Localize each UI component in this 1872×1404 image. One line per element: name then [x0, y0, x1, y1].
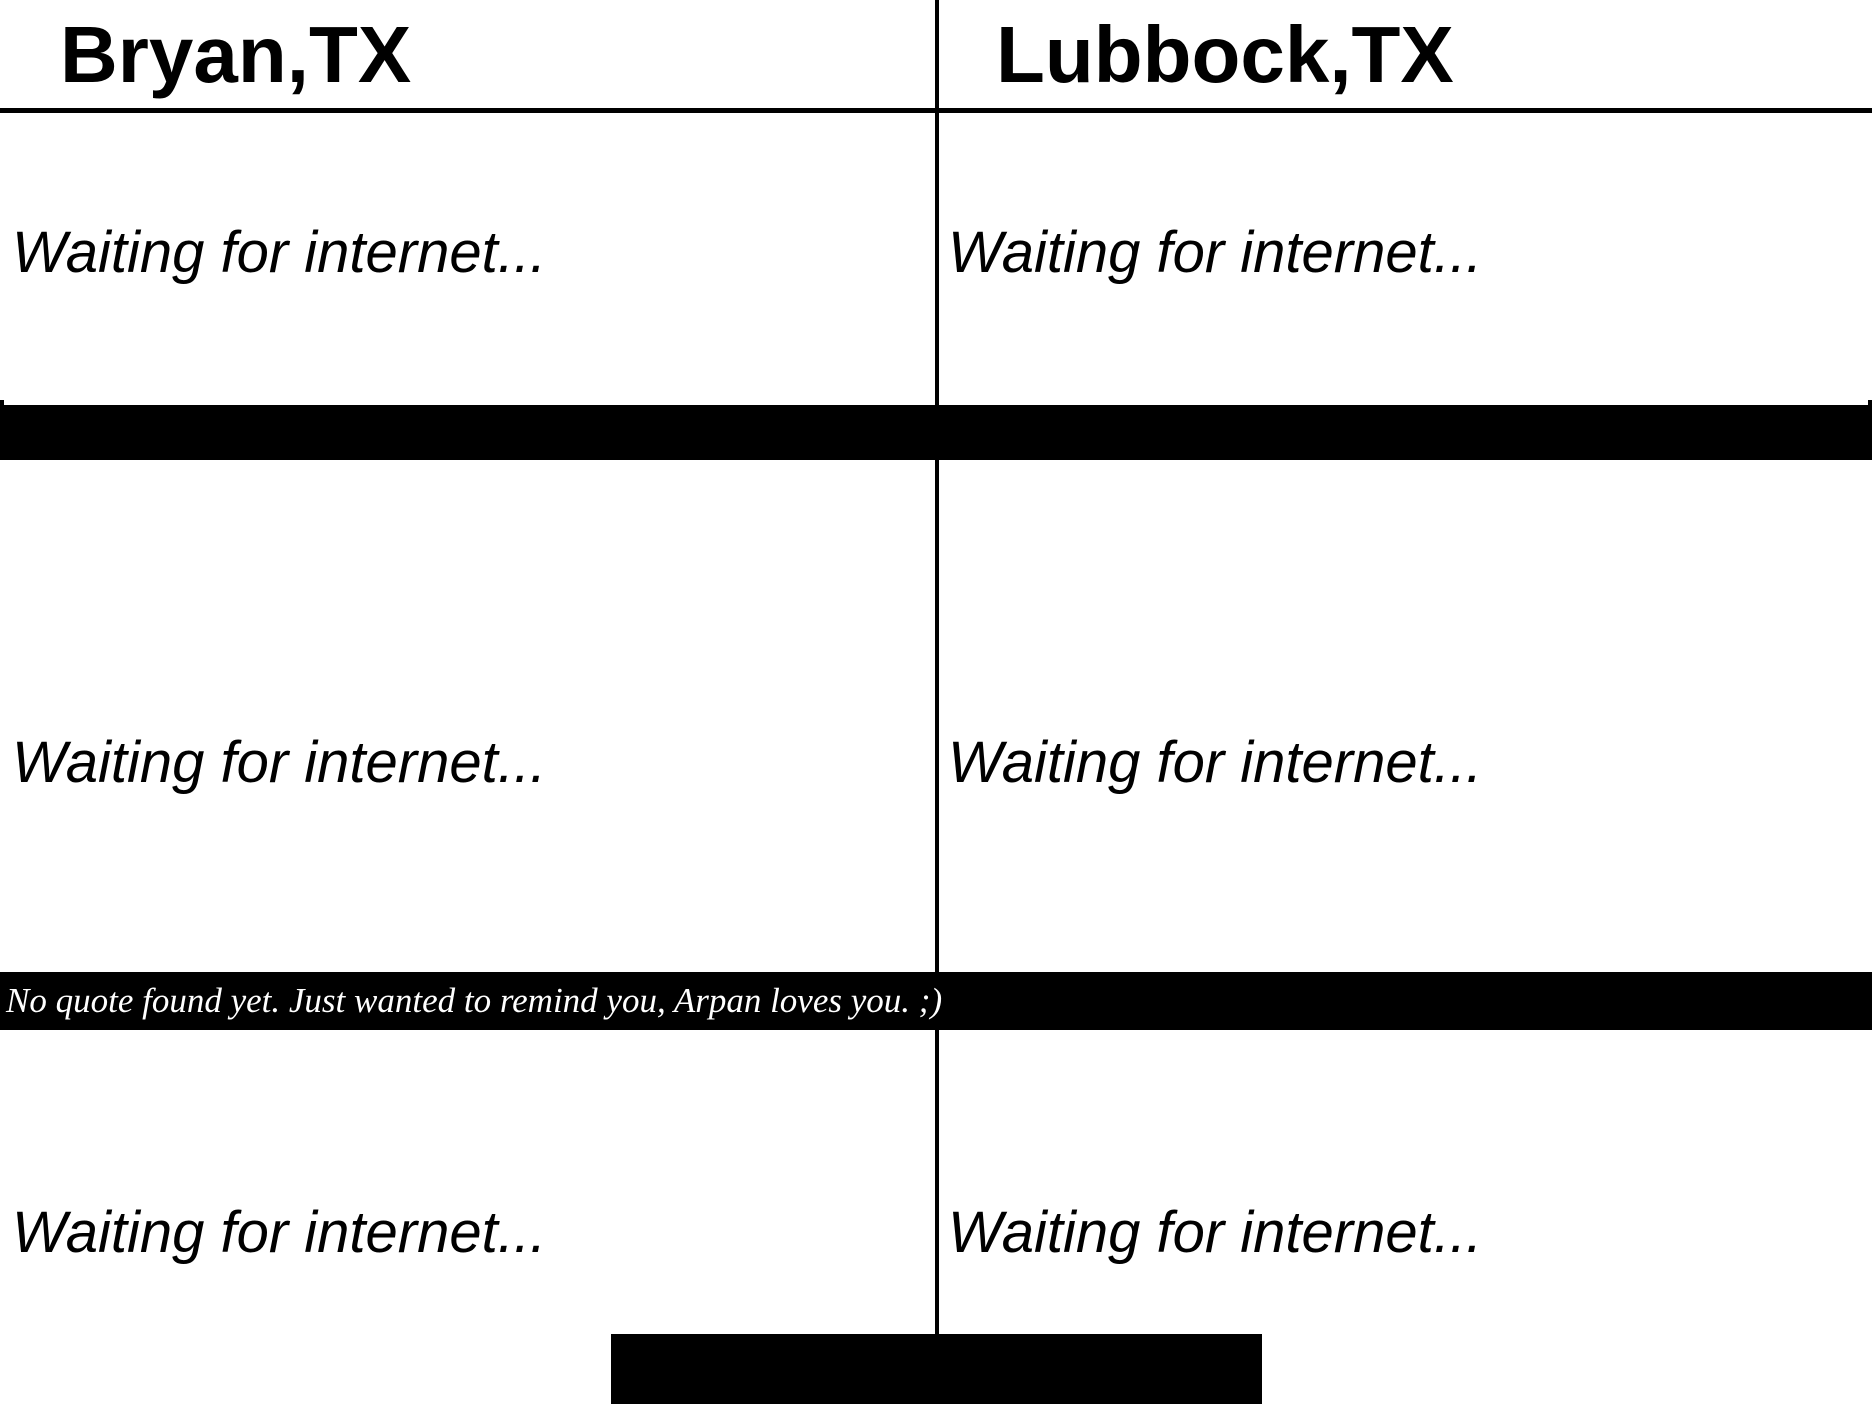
quote-text: No quote found yet. Just wanted to remin…	[6, 981, 943, 1020]
city-title-lubbock: Lubbock,TX	[996, 10, 1454, 99]
bryan-status-row-2: Waiting for internet...	[12, 730, 547, 795]
column-divider-middle	[935, 460, 939, 972]
bryan-status-row-3: Waiting for internet...	[12, 1200, 547, 1265]
column-divider-bottom	[935, 1030, 939, 1335]
separator-band-top	[0, 405, 1872, 460]
bottom-black-block	[611, 1334, 1262, 1404]
lubbock-status-row-2: Waiting for internet...	[948, 730, 1483, 795]
lubbock-status-row-1: Waiting for internet...	[948, 220, 1483, 285]
city-title-bryan: Bryan,TX	[60, 10, 412, 99]
column-divider-top	[935, 0, 939, 405]
bryan-status-row-1: Waiting for internet...	[12, 220, 547, 285]
lubbock-status-row-3: Waiting for internet...	[948, 1200, 1483, 1265]
